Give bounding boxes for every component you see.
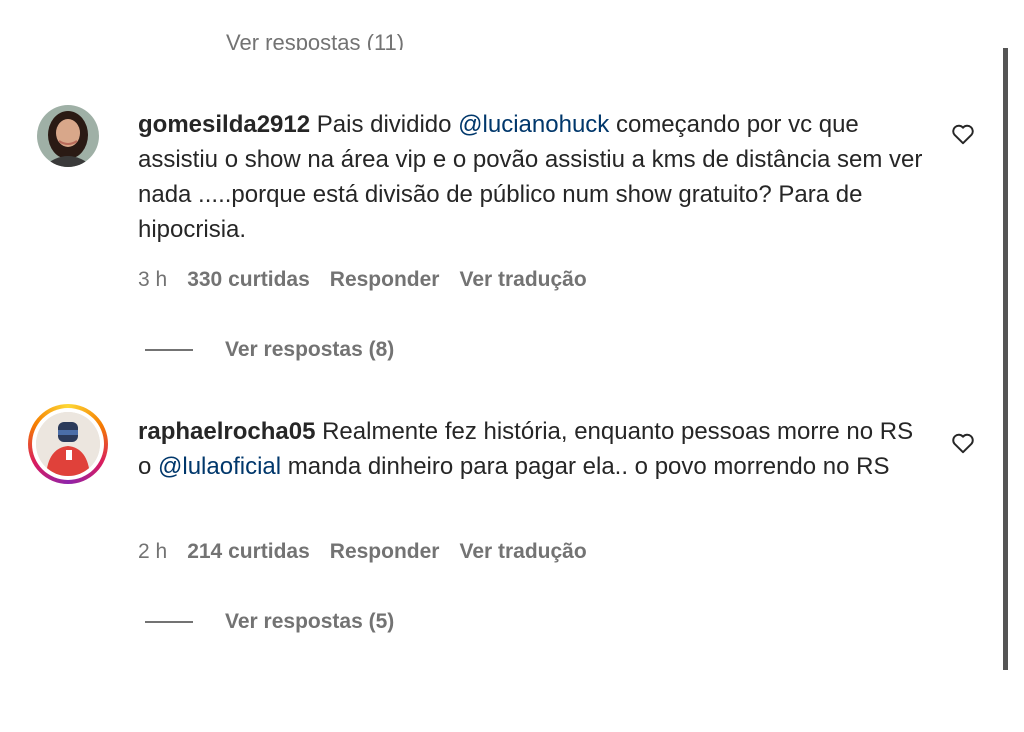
- username-link[interactable]: gomesilda2912: [138, 111, 310, 138]
- timestamp[interactable]: 2 h: [138, 540, 167, 563]
- comment-body: Pais dividido: [310, 111, 459, 138]
- likes-count[interactable]: 330 curtidas: [187, 268, 310, 291]
- comment-meta: 3 h 330 curtidas Responder Ver tradução: [138, 268, 607, 292]
- view-replies-button[interactable]: Ver respostas (8): [145, 338, 394, 362]
- avatar-photo: [36, 412, 100, 476]
- avatar-photo: [37, 105, 99, 167]
- mention-link[interactable]: @lulaoficial: [158, 453, 281, 480]
- comment-text: gomesilda2912 Pais dividido @lucianohuck…: [138, 107, 928, 247]
- comment-body-cont: manda dinheiro para pagar ela.. o povo m…: [281, 453, 890, 480]
- translate-button[interactable]: Ver tradução: [459, 540, 586, 563]
- divider-line: [145, 349, 193, 351]
- comment-text: raphaelrocha05 Realmente fez história, e…: [138, 414, 928, 484]
- divider-line: [145, 621, 193, 623]
- reply-button[interactable]: Responder: [330, 540, 440, 563]
- likes-count[interactable]: 214 curtidas: [187, 540, 310, 563]
- mention-link[interactable]: @lucianohuck: [458, 111, 609, 138]
- avatar: [36, 412, 100, 476]
- avatar-story-ring[interactable]: [28, 404, 108, 484]
- view-replies-cutoff[interactable]: Ver respostas (11): [226, 28, 404, 50]
- timestamp[interactable]: 3 h: [138, 268, 167, 291]
- comment-meta: 2 h 214 curtidas Responder Ver tradução: [138, 540, 607, 564]
- heart-outline-icon[interactable]: [950, 121, 976, 147]
- translate-button[interactable]: Ver tradução: [459, 268, 586, 291]
- username-link[interactable]: raphaelrocha05: [138, 418, 315, 445]
- view-replies-label: Ver respostas (5): [225, 610, 395, 633]
- heart-outline-icon[interactable]: [950, 430, 976, 456]
- scrollbar[interactable]: [1003, 48, 1008, 670]
- avatar[interactable]: [37, 105, 99, 167]
- reply-button[interactable]: Responder: [330, 268, 440, 291]
- view-replies-button[interactable]: Ver respostas (5): [145, 610, 394, 634]
- view-replies-label: Ver respostas (8): [225, 338, 395, 361]
